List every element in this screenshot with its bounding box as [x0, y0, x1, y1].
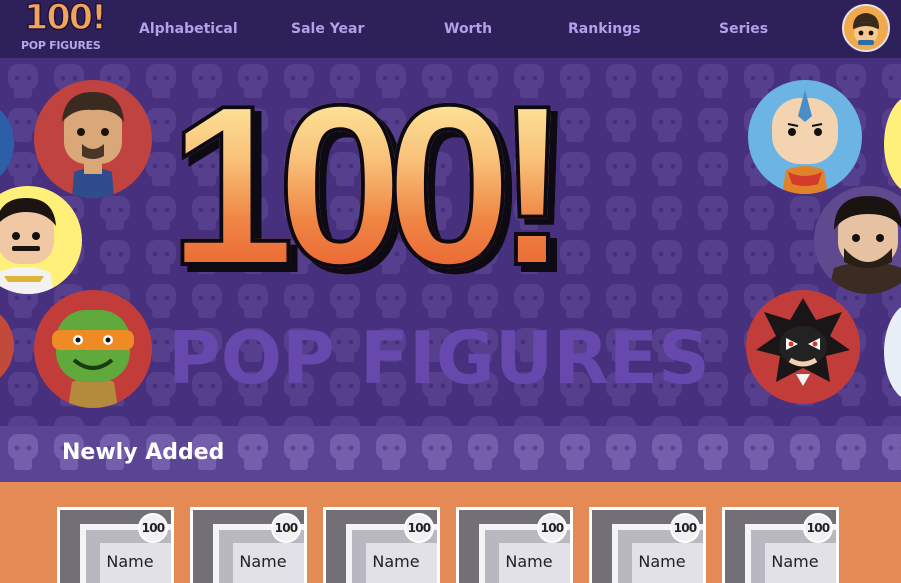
doctor-strange-figure-icon[interactable]	[34, 80, 152, 198]
figure-card[interactable]: 100 Name	[722, 507, 839, 583]
newly-added-header: Newly Added	[0, 426, 901, 482]
figure-card[interactable]: 100 Name	[456, 507, 573, 583]
newly-added-cards: 100 Name 100 Name 100 Name 100 Name 100 …	[0, 482, 901, 583]
hero-subtitle: POP FIGURES	[168, 316, 710, 400]
card-name: Name	[638, 552, 686, 571]
card-name: Name	[771, 552, 819, 571]
user-avatar-icon[interactable]	[842, 4, 890, 52]
card-name: Name	[239, 552, 287, 571]
rank-badge: 100	[138, 513, 168, 543]
logo-subtitle: POP FIGURES	[21, 39, 101, 52]
card-name: Name	[372, 552, 420, 571]
card-name: Name	[106, 552, 154, 571]
rank-badge: 100	[404, 513, 434, 543]
figure-card[interactable]: 100 Name	[589, 507, 706, 583]
rank-badge: 100	[271, 513, 301, 543]
michelangelo-turtle-figure-icon[interactable]	[34, 290, 152, 408]
hero-banner: 100! POP FIGURES	[0, 58, 901, 426]
site-logo[interactable]: 100! POP FIGURES	[20, 0, 112, 56]
aang-figure-icon[interactable]	[748, 80, 862, 194]
nav-link-series[interactable]: Series	[719, 21, 768, 37]
rank-badge: 100	[537, 513, 567, 543]
card-name: Name	[505, 552, 553, 571]
rank-badge: 100	[803, 513, 833, 543]
nav-link-rankings[interactable]: Rankings	[568, 21, 641, 37]
logo-text: 100!	[23, 0, 107, 39]
nav-link-worth[interactable]: Worth	[444, 21, 492, 37]
section-title: Newly Added	[62, 440, 225, 465]
figure-card[interactable]: 100 Name	[323, 507, 440, 583]
nav-link-sale-year[interactable]: Sale Year	[291, 21, 364, 37]
rank-badge: 100	[670, 513, 700, 543]
top-navigation: 100! POP FIGURES Alphabetical Sale Year …	[0, 0, 901, 58]
shadow-hedgehog-figure-icon[interactable]	[746, 290, 860, 404]
figure-card[interactable]: 100 Name	[57, 507, 174, 583]
figure-card[interactable]: 100 Name	[190, 507, 307, 583]
hero-title: 100!	[166, 59, 572, 313]
nav-link-alphabetical[interactable]: Alphabetical	[139, 21, 238, 37]
